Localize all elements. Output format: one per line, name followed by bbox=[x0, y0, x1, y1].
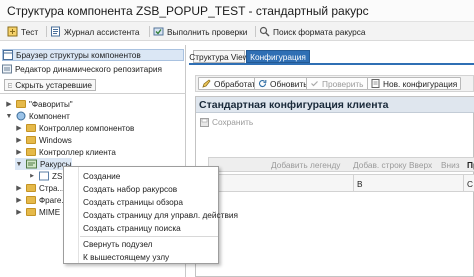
save-icon bbox=[200, 117, 209, 127]
menu-gutter bbox=[78, 167, 79, 263]
chevron-down-icon[interactable]: ▼ bbox=[5, 113, 13, 120]
menu-item-create[interactable]: Создание bbox=[83, 170, 120, 182]
journal-icon bbox=[51, 26, 60, 37]
toolbar-divider bbox=[149, 26, 150, 37]
folder-icon bbox=[26, 124, 36, 132]
client-config-panel: Стандартная конфигурация клиента Сохрани… bbox=[195, 96, 474, 277]
chevron-right-icon[interactable]: ▶ bbox=[15, 208, 23, 216]
repository-editor-tab[interactable]: Редактор динамического репозитария bbox=[2, 63, 184, 75]
grid-header: B C bbox=[208, 174, 474, 192]
folder-icon bbox=[26, 196, 36, 204]
main-toolbar: Тест Журнал ассистента Выполнить проверк… bbox=[0, 22, 474, 41]
tree-node-pages[interactable]: ▶ Стра... bbox=[15, 182, 64, 194]
folder-icon bbox=[16, 100, 26, 108]
tree-node-windows[interactable]: ▶ Windows bbox=[15, 134, 72, 146]
assistant-journal-button[interactable]: Журнал ассистента bbox=[50, 25, 140, 38]
panel-title: Стандартная конфигурация клиента bbox=[199, 99, 389, 111]
check-icon bbox=[311, 81, 318, 87]
menu-item-create-action-page[interactable]: Создать страницу для управл. действия bbox=[83, 209, 238, 221]
component-icon bbox=[16, 111, 26, 121]
chevron-right-icon[interactable]: ▶ bbox=[15, 184, 23, 192]
run-checks-button[interactable]: Выполнить проверки bbox=[153, 25, 247, 38]
run-checks-icon bbox=[153, 27, 164, 36]
search-icon bbox=[259, 26, 270, 37]
refresh-button[interactable]: Обновить bbox=[254, 77, 312, 90]
toolbar-divider bbox=[255, 26, 256, 37]
column-header-b[interactable]: B bbox=[357, 179, 363, 189]
tree-node-mime[interactable]: ▶ MIME bbox=[15, 206, 60, 218]
chevron-down-icon[interactable]: ▼ bbox=[15, 161, 23, 168]
test-button[interactable]: Тест bbox=[7, 25, 38, 38]
tree-node-client-controller[interactable]: ▶ Контроллер клиента bbox=[15, 146, 116, 158]
new-config-button[interactable]: Нов. конфигурация bbox=[367, 77, 462, 90]
column-header-c[interactable]: C bbox=[467, 179, 473, 189]
folder-icon bbox=[26, 184, 36, 192]
save-button[interactable]: Сохранить bbox=[200, 116, 253, 128]
menu-item-create-overview-page[interactable]: Создать страницы обзора bbox=[83, 196, 183, 208]
toolbar-divider bbox=[46, 26, 47, 37]
chevron-right-icon[interactable]: ▶ bbox=[5, 100, 13, 108]
tree-node-favorites[interactable]: ▶ "Фавориты" bbox=[5, 98, 72, 110]
tree-node-component[interactable]: ▼ Компонент bbox=[5, 110, 70, 122]
chevron-right-icon[interactable]: ▶ bbox=[28, 173, 36, 179]
new-document-icon bbox=[371, 79, 380, 88]
tab-configuration[interactable]: Конфигурация bbox=[246, 50, 310, 63]
edit-icon bbox=[202, 79, 211, 88]
config-toolbar: Обработать Обновить Проверить Нов. конфи… bbox=[195, 75, 474, 92]
tree-node-fragments[interactable]: ▶ Фраге... bbox=[15, 194, 68, 206]
check-button[interactable]: Проверить bbox=[306, 77, 368, 90]
menu-item-parent-node[interactable]: К вышестоящему узлу bbox=[83, 251, 169, 263]
window-title: Структура компонента ZSB_POPUP_TEST - ст… bbox=[7, 4, 369, 18]
menu-item-collapse-subnode[interactable]: Свернуть подузел bbox=[83, 238, 153, 250]
chevron-right-icon[interactable]: ▶ bbox=[15, 196, 23, 204]
refresh-icon bbox=[258, 80, 267, 88]
find-view-format-button[interactable]: Поиск формата ракурса bbox=[259, 25, 366, 38]
panel-header: Стандартная конфигурация клиента bbox=[196, 97, 474, 113]
add-row-button[interactable]: Добав. строку bbox=[353, 160, 407, 170]
move-up-button[interactable]: Вверх bbox=[409, 160, 432, 170]
test-icon bbox=[7, 26, 18, 37]
browser-icon bbox=[3, 50, 13, 60]
right-pane: Структура View Конфигурация Обработать О… bbox=[189, 45, 474, 277]
title-bar: Структура компонента ZSB_POPUP_TEST - ст… bbox=[0, 0, 474, 22]
folder-icon bbox=[26, 136, 36, 144]
views-icon bbox=[26, 159, 37, 169]
hide-obsolete-button[interactable]: Скрыть устаревшие bbox=[4, 79, 96, 91]
menu-separator bbox=[80, 236, 218, 237]
view-icon bbox=[39, 171, 49, 181]
menu-item-create-view-set[interactable]: Создать набор ракурсов bbox=[83, 183, 177, 195]
tree-node-component-controller[interactable]: ▶ Контроллер компонентов bbox=[15, 122, 134, 134]
folder-icon bbox=[26, 148, 36, 156]
repository-icon bbox=[2, 64, 12, 74]
add-legend-button[interactable]: Добавить легенду bbox=[271, 160, 340, 170]
menu-item-create-search-page[interactable]: Создать страницу поиска bbox=[83, 222, 181, 234]
tab-view-structure[interactable]: Структура View bbox=[189, 50, 249, 63]
move-down-button[interactable]: Вниз bbox=[441, 160, 460, 170]
column-divider bbox=[353, 175, 354, 191]
context-menu: Создание Создать набор ракурсов Создать … bbox=[63, 166, 238, 264]
tab-underline bbox=[189, 63, 474, 65]
column-divider bbox=[463, 175, 464, 191]
chevron-right-icon[interactable]: ▶ bbox=[15, 136, 23, 144]
hide-icon bbox=[8, 82, 13, 88]
component-browser-tab[interactable]: Браузер структуры компонентов bbox=[2, 49, 184, 61]
more-button[interactable]: Пр bbox=[467, 160, 474, 170]
chevron-right-icon[interactable]: ▶ bbox=[15, 148, 23, 156]
chevron-right-icon[interactable]: ▶ bbox=[15, 124, 23, 132]
grid-toolbar: Добавить легенду Добав. строку Вверх Вни… bbox=[208, 157, 474, 172]
folder-icon bbox=[26, 208, 36, 216]
